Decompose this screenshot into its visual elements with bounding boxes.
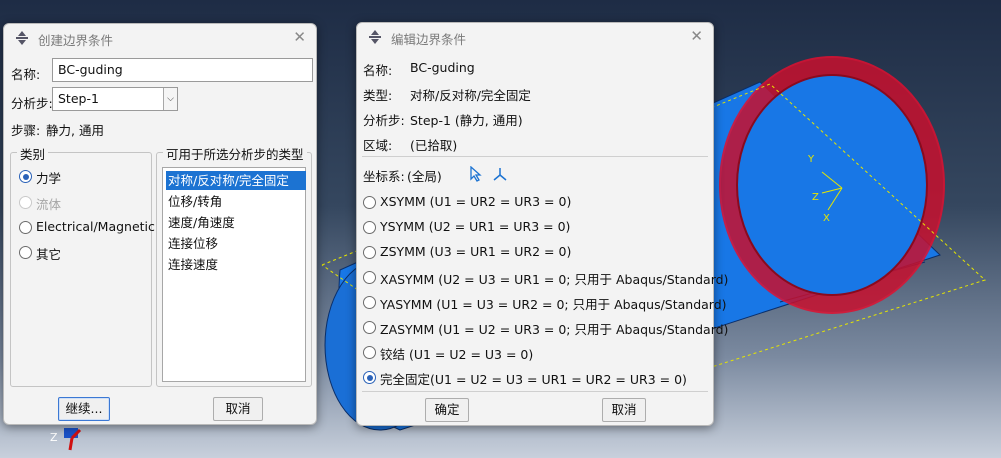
procedure-value: 静力, 通用 — [46, 123, 104, 138]
yasymm-radio[interactable] — [363, 296, 376, 309]
types-list[interactable]: 对称/反对称/完全固定 位移/转角 速度/角速度 连接位移 连接速度 — [162, 167, 306, 382]
name-input[interactable]: BC-guding — [52, 58, 313, 82]
create-bc-titlebar[interactable]: 创建边界条件 ✕ — [4, 24, 316, 52]
type-item-displacement[interactable]: 位移/转角 — [166, 192, 306, 211]
category-other-radio[interactable] — [19, 246, 32, 259]
type-item-connector-velocity[interactable]: 连接速度 — [166, 255, 306, 274]
separator — [362, 156, 708, 157]
name-label: 名称: — [11, 67, 41, 82]
pinned-label[interactable]: 铰结 (U1 = U2 = U3 = 0) — [380, 344, 533, 363]
close-icon[interactable]: ✕ — [293, 28, 306, 46]
zasymm-radio[interactable] — [363, 321, 376, 334]
csys-label: 坐标系: — [363, 169, 405, 184]
abaqus-app-icon — [16, 31, 28, 45]
category-fluid-label: 流体 — [36, 197, 62, 212]
category-electrical-label[interactable]: Electrical/Magnetic — [36, 219, 155, 234]
type-item-symmetry[interactable]: 对称/反对称/完全固定 — [166, 171, 306, 190]
ysymm-radio[interactable] — [363, 221, 376, 234]
create-bc-dialog: 创建边界条件 ✕ 名称: BC-guding 分析步: Step-1 ⌵ 步骤:… — [3, 23, 317, 425]
xasymm-label[interactable]: XASYMM (U2 = U3 = UR1 = 0; 只用于 Abaqus/St… — [380, 269, 728, 288]
separator — [362, 391, 708, 392]
step-select-value: Step-1 — [58, 91, 99, 106]
boundary-ring-inner — [736, 74, 928, 296]
yasymm-label[interactable]: YASYMM (U1 = U3 = UR2 = 0; 只用于 Abaqus/St… — [380, 294, 727, 313]
region-label: 区域: — [363, 138, 393, 153]
category-fluid-radio — [19, 196, 32, 209]
triad-z-label: Z — [50, 431, 58, 444]
edit-bc-dialog: 编辑边界条件 ✕ 名称: BC-guding 类型: 对称/反对称/完全固定 分… — [356, 22, 728, 426]
category-electrical-radio[interactable] — [19, 221, 32, 234]
cancel-button[interactable]: 取消 — [213, 397, 263, 421]
zasymm-label[interactable]: ZASYMM (U1 = U2 = UR3 = 0; 只用于 Abaqus/St… — [380, 319, 728, 338]
pinned-radio[interactable] — [363, 346, 376, 359]
category-other-label[interactable]: 其它 — [36, 244, 61, 263]
name-input-value: BC-guding — [58, 62, 123, 77]
xasymm-radio[interactable] — [363, 271, 376, 284]
zsymm-label[interactable]: ZSYMM (U3 = UR1 = UR2 = 0) — [380, 244, 571, 259]
dialog-title: 创建边界条件 — [38, 33, 114, 48]
category-mechanical-radio[interactable] — [19, 170, 32, 183]
xsymm-radio[interactable] — [363, 196, 376, 209]
type-label: 类型: — [363, 88, 393, 103]
dialog-title: 编辑边界条件 — [391, 32, 467, 47]
step-select[interactable]: Step-1 ⌵ — [52, 87, 178, 111]
csys-axes-icon[interactable] — [492, 166, 508, 182]
edit-bc-titlebar[interactable]: 编辑边界条件 ✕ — [357, 23, 713, 51]
type-value: 对称/反对称/完全固定 — [410, 88, 531, 103]
chevron-down-icon[interactable]: ⌵ — [163, 88, 177, 110]
types-group-label: 可用于所选分析步的类型 — [163, 144, 307, 163]
region-value: (已拾取) — [410, 138, 458, 153]
select-csys-cursor-icon[interactable] — [470, 166, 482, 182]
continue-button[interactable]: 继续... — [58, 397, 110, 421]
name-label: 名称: — [363, 63, 393, 78]
cancel-button[interactable]: 取消 — [602, 398, 646, 422]
name-value: BC-guding — [410, 60, 475, 75]
step-label: 分析步: — [11, 96, 53, 111]
procedure-label: 步骤: — [11, 123, 41, 138]
type-item-connector-displacement[interactable]: 连接位移 — [166, 234, 306, 253]
abaqus-app-icon — [369, 30, 381, 44]
category-mechanical-label[interactable]: 力学 — [36, 168, 61, 187]
type-item-velocity[interactable]: 速度/角速度 — [166, 213, 306, 232]
zsymm-radio[interactable] — [363, 246, 376, 259]
csys-y-label: Y — [807, 154, 815, 165]
step-label: 分析步: — [363, 113, 405, 128]
encastre-label[interactable]: 完全固定(U1 = U2 = U3 = UR1 = UR2 = UR3 = 0) — [380, 369, 687, 388]
encastre-radio[interactable] — [363, 371, 376, 384]
csys-value: (全局) — [407, 169, 442, 184]
csys-z-label: Z — [812, 192, 819, 203]
category-group-label: 类别 — [17, 144, 49, 163]
category-group: 类别 力学 流体 Electrical/Magnetic 其它 — [10, 144, 155, 387]
close-icon[interactable]: ✕ — [690, 27, 703, 45]
types-group: 可用于所选分析步的类型 对称/反对称/完全固定 位移/转角 速度/角速度 连接位… — [156, 144, 312, 387]
ok-button[interactable]: 确定 — [425, 398, 469, 422]
xsymm-label[interactable]: XSYMM (U1 = UR2 = UR3 = 0) — [380, 194, 571, 209]
step-value: Step-1 (静力, 通用) — [410, 113, 523, 128]
ysymm-label[interactable]: YSYMM (U2 = UR1 = UR3 = 0) — [380, 219, 570, 234]
csys-x-label: X — [823, 213, 830, 224]
